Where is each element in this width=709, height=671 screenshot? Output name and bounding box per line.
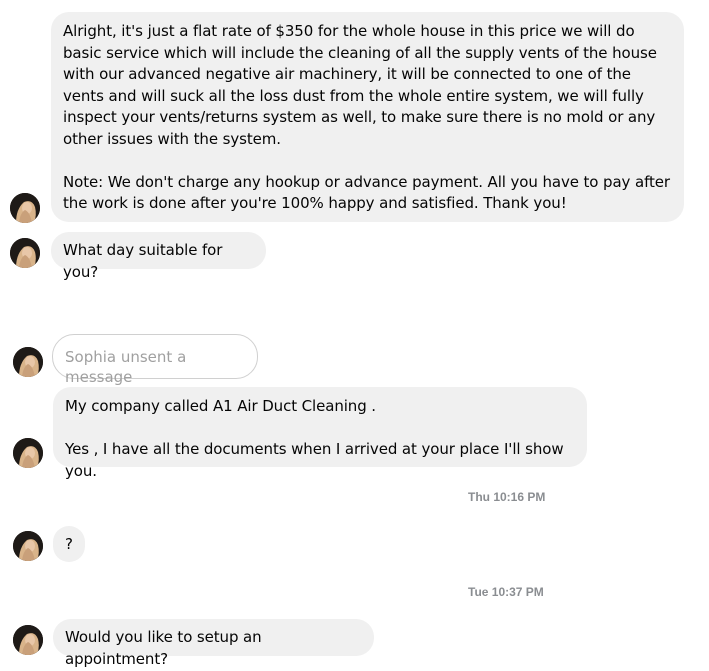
message-bubble[interactable]: ? xyxy=(53,526,85,562)
sender-avatar[interactable] xyxy=(10,193,40,223)
unsent-message-text: Sophia unsent a message xyxy=(65,348,187,386)
message-text: Yes , I have all the documents when I ar… xyxy=(65,440,564,480)
message-text: Note: We don't charge any hookup or adva… xyxy=(63,172,670,213)
message-text: Would you like to setup an appointment? xyxy=(65,628,262,668)
sender-avatar[interactable] xyxy=(13,438,43,468)
sender-avatar[interactable] xyxy=(13,625,43,655)
profile-photo-icon xyxy=(13,531,43,561)
message-timestamp: Thu 10:16 PM xyxy=(468,490,546,504)
message-text: My company called A1 Air Duct Cleaning . xyxy=(65,397,376,415)
profile-photo-icon xyxy=(13,625,43,655)
sender-avatar[interactable] xyxy=(13,531,43,561)
profile-photo-icon xyxy=(13,438,43,468)
sender-avatar[interactable] xyxy=(13,347,43,377)
profile-photo-icon xyxy=(13,347,43,377)
sender-avatar[interactable] xyxy=(10,238,40,268)
profile-photo-icon xyxy=(10,238,40,268)
profile-photo-icon xyxy=(10,193,40,223)
message-text: What day suitable for you? xyxy=(63,241,223,281)
message-bubble[interactable]: Alright, it's just a flat rate of $350 f… xyxy=(51,12,684,222)
message-bubble[interactable]: My company called A1 Air Duct Cleaning .… xyxy=(53,387,587,480)
message-bubble[interactable]: What day suitable for you? xyxy=(51,232,266,281)
message-text: ? xyxy=(65,535,73,553)
unsent-message-notice: Sophia unsent a message xyxy=(52,334,258,386)
message-bubble[interactable]: Would you like to setup an appointment? xyxy=(53,619,374,668)
message-text: Alright, it's just a flat rate of $350 f… xyxy=(63,22,657,148)
message-timestamp: Tue 10:37 PM xyxy=(468,585,544,599)
